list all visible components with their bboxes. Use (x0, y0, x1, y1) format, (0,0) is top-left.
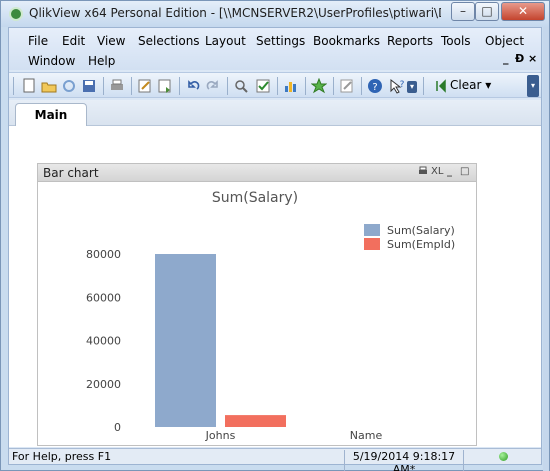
check-icon[interactable] (255, 78, 271, 94)
search-icon[interactable] (233, 78, 249, 94)
y-tick-label: 80000 (86, 248, 121, 261)
bar-chart-object[interactable]: Bar chart XL _ □ Sum(Salary) 0 20000 40000… (37, 163, 477, 446)
toolbar-grip[interactable] (13, 77, 14, 95)
new-icon[interactable] (21, 78, 37, 94)
toolbar-separator (227, 77, 228, 95)
menu-file[interactable]: File (28, 34, 48, 48)
menu-edit[interactable]: Edit (62, 34, 85, 48)
y-tick-label: 20000 (86, 378, 121, 391)
mdi-close-button[interactable]: × (528, 52, 537, 65)
menu-tools[interactable]: Tools (441, 34, 471, 48)
x-tick-label[interactable]: Johns (205, 429, 236, 442)
legend-swatch (364, 224, 380, 236)
toolbar: ? ? ▾ Clear ▾ ▾ (9, 72, 541, 98)
toolbar-grip[interactable] (423, 77, 424, 95)
chart-caption-title: Bar chart (43, 166, 99, 180)
undo-icon[interactable] (185, 78, 201, 94)
legend-label: Sum(EmpId) (387, 238, 455, 251)
context-help-icon[interactable]: ? (389, 78, 405, 94)
tab-main[interactable]: Main (15, 103, 87, 127)
save-icon[interactable] (81, 78, 97, 94)
y-tick-label: 60000 (86, 291, 121, 304)
legend-label: Sum(Salary) (387, 224, 455, 237)
print-icon[interactable] (109, 78, 125, 94)
menu-window[interactable]: Window (28, 54, 75, 68)
chart-icon[interactable] (283, 78, 299, 94)
toolbar-overflow-icon[interactable]: ▾ (407, 81, 417, 93)
chart-legend: Sum(Salary)Sum(EmpId) (364, 224, 455, 251)
qlikview-app-icon[interactable] (9, 7, 23, 21)
clear-selections-icon (436, 79, 446, 93)
clear-button-label: Clear ▾ (450, 78, 492, 92)
menu-view[interactable]: View (97, 34, 125, 48)
menu-object[interactable]: Object (485, 34, 524, 48)
chart-title: Sum(Salary) (212, 190, 298, 206)
bar-chart[interactable]: Sum(Salary) 0 20000 40000 60000 80000 Name J… (38, 182, 476, 446)
svg-text:?: ? (400, 80, 405, 90)
menu-selections[interactable]: Selections (138, 34, 200, 48)
close-button[interactable]: ✕ (501, 2, 545, 21)
workspace: Main Bar chart XL _ □ Sum(Salary) 0 2000… (9, 100, 541, 447)
toolbar-separator (179, 77, 180, 95)
y-axis: 0 20000 40000 60000 80000 (86, 248, 121, 434)
status-bar: For Help, press F1 5/19/2014 9:18:17 AM* (9, 448, 541, 471)
app-frame: File Edit View Selections Layout Setting… (8, 27, 542, 471)
menu-bar: File Edit View Selections Layout Setting… (9, 28, 541, 70)
legend-swatch (364, 238, 380, 250)
mdi-restore-button[interactable]: Ɖ (515, 52, 524, 65)
svg-text:?: ? (372, 82, 377, 93)
toolbar-separator (305, 77, 306, 95)
sheet-main: Bar chart XL _ □ Sum(Salary) 0 20000 40000… (9, 126, 541, 447)
menu-reports[interactable]: Reports (387, 34, 433, 48)
toolbar-separator (103, 77, 104, 95)
reload-data-icon[interactable] (157, 78, 173, 94)
bar-sum-salary-johns[interactable] (155, 254, 216, 427)
mdi-minimize-button[interactable]: _ (503, 52, 509, 65)
menu-bookmarks[interactable]: Bookmarks (313, 34, 380, 48)
app-window: QlikView x64 Personal Edition - [\\MCNSE… (0, 0, 550, 471)
y-tick-label: 40000 (86, 335, 121, 348)
status-timestamp: 5/19/2014 9:18:17 AM* (344, 450, 464, 471)
edit-icon[interactable] (339, 78, 355, 94)
help-icon[interactable]: ? (367, 78, 383, 94)
toolbar-separator (131, 77, 132, 95)
status-help-text: For Help, press F1 (12, 450, 112, 463)
menu-layout[interactable]: Layout (205, 34, 246, 48)
window-right-border (543, 27, 549, 471)
maximize-object-icon[interactable]: □ (460, 166, 469, 177)
star-icon[interactable] (310, 77, 328, 94)
toolbar-separator (333, 77, 334, 95)
send-to-excel-icon[interactable]: XL (431, 166, 443, 177)
minimize-button[interactable]: – (451, 2, 475, 21)
edit-script-icon[interactable] (137, 78, 153, 94)
toolbar-separator (361, 77, 362, 95)
menu-settings[interactable]: Settings (256, 34, 305, 48)
status-indicator-icon (499, 452, 508, 461)
bars-group (155, 254, 286, 427)
x-axis: Name Johns (205, 429, 383, 442)
maximize-button[interactable]: □ (475, 2, 499, 21)
chart-caption-bar[interactable]: Bar chart XL _ □ (38, 164, 476, 182)
reload-icon[interactable] (61, 78, 77, 94)
toolbar-overflow-icon[interactable]: ▾ (527, 75, 539, 97)
y-tick-label: 0 (114, 421, 121, 434)
toolbar-separator (277, 77, 278, 95)
minimize-object-icon[interactable]: _ (447, 166, 452, 177)
sheet-tab-strip: Main (9, 100, 541, 127)
title-bar[interactable]: QlikView x64 Personal Edition - [\\MCNSE… (1, 1, 549, 27)
window-title: QlikView x64 Personal Edition - [\\MCNSE… (29, 6, 441, 20)
x-axis-title: Name (350, 429, 383, 442)
bar-sum-empid-johns[interactable] (225, 415, 286, 427)
print-object-icon[interactable] (418, 166, 428, 179)
open-icon[interactable] (41, 78, 57, 94)
menu-help[interactable]: Help (88, 54, 115, 68)
clear-button[interactable]: Clear ▾ (435, 76, 521, 96)
redo-icon[interactable] (205, 78, 221, 94)
